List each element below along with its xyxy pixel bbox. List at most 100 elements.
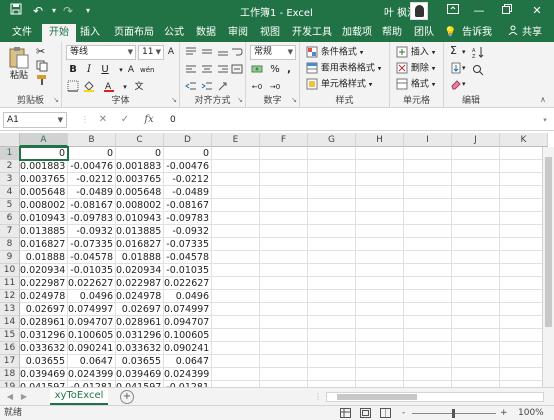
cell[interactable] — [404, 342, 452, 355]
cell[interactable] — [404, 212, 452, 225]
pinyin-icon[interactable]: 文 — [132, 80, 146, 94]
cell[interactable] — [404, 173, 452, 186]
cell[interactable] — [212, 303, 260, 316]
row-header[interactable]: 11 — [0, 277, 20, 290]
cell[interactable]: -0.00476 — [164, 160, 212, 173]
comma-button[interactable]: , — [282, 63, 296, 77]
cell[interactable] — [212, 355, 260, 368]
cell[interactable] — [212, 342, 260, 355]
clear-dropdown-icon[interactable]: ▾ — [462, 78, 466, 90]
number-format-dropdown[interactable]: 常规 ▼ — [250, 45, 296, 60]
column-header[interactable]: K — [500, 133, 548, 147]
cell[interactable] — [260, 251, 308, 264]
wen-button[interactable]: wén — [140, 63, 154, 77]
orientation-icon[interactable] — [216, 80, 230, 94]
tab-data[interactable]: 数据 — [192, 24, 220, 42]
page-break-view-icon[interactable] — [380, 408, 391, 420]
cell[interactable] — [260, 173, 308, 186]
cell[interactable]: 0.01888 — [116, 251, 164, 264]
cell[interactable] — [260, 303, 308, 316]
normal-view-icon[interactable] — [340, 408, 351, 420]
cell[interactable] — [308, 212, 356, 225]
row-header[interactable]: 1 — [0, 147, 20, 160]
cell[interactable] — [500, 225, 548, 238]
cell[interactable]: 0.020934 — [116, 264, 164, 277]
cell[interactable] — [308, 251, 356, 264]
cell[interactable] — [308, 342, 356, 355]
cell[interactable] — [500, 238, 548, 251]
cell[interactable]: 0.024399 — [164, 368, 212, 381]
cell[interactable]: 0.0647 — [164, 355, 212, 368]
tab-view[interactable]: 视图 — [256, 24, 284, 42]
cell[interactable] — [308, 329, 356, 342]
row-header[interactable]: 10 — [0, 264, 20, 277]
cell[interactable]: 0.013885 — [116, 225, 164, 238]
column-header[interactable]: A — [20, 133, 68, 147]
cell[interactable]: 0.033632 — [20, 342, 68, 355]
cell[interactable] — [452, 212, 500, 225]
cell[interactable]: -0.09783 — [164, 212, 212, 225]
cell[interactable]: 0.024978 — [20, 290, 68, 303]
cell[interactable] — [404, 225, 452, 238]
cell[interactable] — [260, 147, 308, 160]
tab-team[interactable]: 团队 — [410, 24, 438, 42]
cell[interactable]: 0.02697 — [116, 303, 164, 316]
decrease-decimal-icon[interactable]: →0 — [268, 80, 282, 94]
row-header[interactable]: 13 — [0, 303, 20, 316]
cell[interactable] — [500, 316, 548, 329]
cell[interactable] — [452, 186, 500, 199]
cell[interactable] — [212, 329, 260, 342]
cell[interactable]: 0.016827 — [116, 238, 164, 251]
cell[interactable]: -0.0212 — [164, 173, 212, 186]
cell[interactable] — [212, 251, 260, 264]
cell[interactable] — [452, 199, 500, 212]
cell[interactable]: -0.04578 — [68, 251, 116, 264]
cell[interactable] — [356, 290, 404, 303]
cell[interactable] — [452, 355, 500, 368]
cell[interactable]: 0.008002 — [116, 199, 164, 212]
cell[interactable] — [308, 368, 356, 381]
find-select-icon[interactable] — [472, 64, 484, 80]
format-as-table-button[interactable]: 套用表格格式 ▾ — [306, 62, 381, 75]
quick-access-dropdown-icon[interactable]: ▾ — [80, 3, 96, 19]
align-left-icon[interactable] — [184, 63, 198, 77]
cell[interactable]: 0.0496 — [68, 290, 116, 303]
cell[interactable] — [260, 368, 308, 381]
cell[interactable]: 0.010943 — [116, 212, 164, 225]
cell[interactable]: -0.0932 — [68, 225, 116, 238]
cell[interactable]: 0.024978 — [116, 290, 164, 303]
cell[interactable] — [404, 277, 452, 290]
add-sheet-icon[interactable]: + — [120, 390, 134, 404]
cell[interactable] — [308, 355, 356, 368]
tab-addins[interactable]: 加载项 — [338, 24, 376, 42]
font-size-dropdown[interactable]: 11 ▼ — [138, 45, 164, 60]
cell[interactable]: 0.03655 — [20, 355, 68, 368]
row-header[interactable]: 18 — [0, 368, 20, 381]
tab-formulas[interactable]: 公式 — [160, 24, 188, 42]
cell[interactable] — [500, 342, 548, 355]
cell[interactable]: 0.005648 — [116, 186, 164, 199]
cell[interactable] — [452, 316, 500, 329]
cell[interactable]: -0.0932 — [164, 225, 212, 238]
cell[interactable]: 0.02697 — [20, 303, 68, 316]
cell[interactable]: 0.094707 — [164, 316, 212, 329]
column-header[interactable]: J — [452, 133, 500, 147]
cell[interactable] — [500, 212, 548, 225]
cell[interactable]: 0.100605 — [164, 329, 212, 342]
tab-home[interactable]: 开始 — [42, 24, 76, 42]
cell[interactable] — [356, 264, 404, 277]
cell[interactable] — [404, 147, 452, 160]
cell[interactable] — [452, 238, 500, 251]
cell[interactable]: 0.003765 — [116, 173, 164, 186]
align-right-icon[interactable] — [216, 63, 230, 77]
cell[interactable] — [212, 147, 260, 160]
font-color-icon[interactable]: A — [102, 80, 116, 94]
cell[interactable]: -0.00476 — [68, 160, 116, 173]
row-header[interactable]: 3 — [0, 173, 20, 186]
align-middle-icon[interactable] — [200, 46, 214, 60]
cell[interactable] — [260, 342, 308, 355]
cell-styles-button[interactable]: 单元格样式 ▾ — [306, 78, 372, 91]
cell[interactable] — [308, 186, 356, 199]
cell[interactable]: 0.005648 — [20, 186, 68, 199]
cell[interactable] — [452, 147, 500, 160]
